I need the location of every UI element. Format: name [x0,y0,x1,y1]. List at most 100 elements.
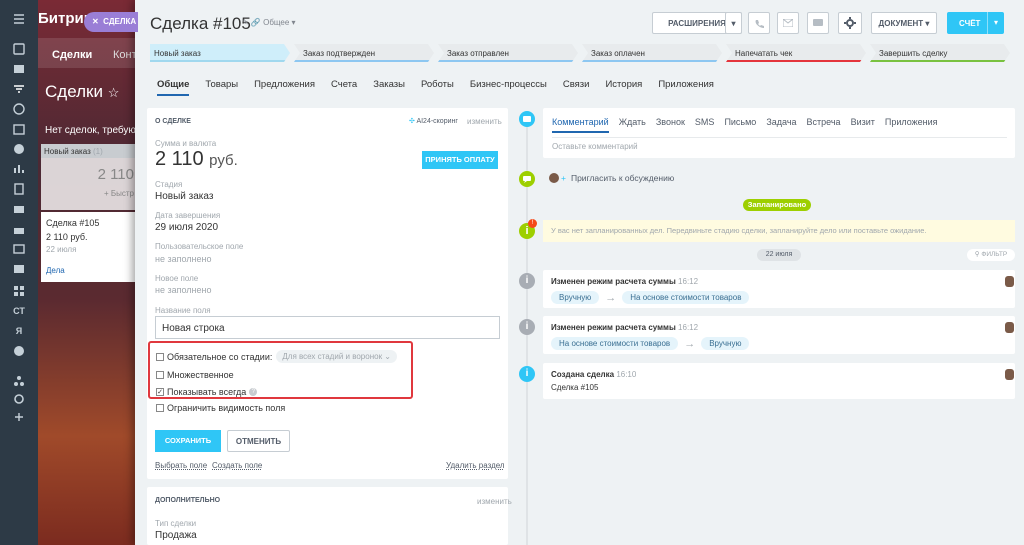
apps-icon[interactable] [12,284,26,298]
phone-icon [755,20,764,28]
ya-icon[interactable]: Я [12,324,26,338]
multiple-checkbox[interactable] [156,371,164,379]
menu-icon[interactable] [12,12,26,26]
stage-6[interactable]: Завершить сделку [870,44,1010,62]
limit-visibility-checkbox[interactable] [156,404,164,412]
required-stage-select[interactable]: Для всех стадий и воронок ⌄ [276,350,398,363]
shop-icon[interactable] [12,222,26,236]
help-icon[interactable]: ? [249,388,258,396]
extensions-dropdown[interactable]: ▾ [725,12,742,34]
tab-applications[interactable]: Приложения [885,117,938,133]
stage-label: Заказ оплачен [591,49,645,58]
filter-button[interactable]: ⚲ ФИЛЬТР [967,249,1015,261]
stage-3[interactable]: Заказ отправлен [438,44,578,62]
avatar [549,173,559,183]
event-title: Создана сделка 16:10 [551,370,637,379]
mail-icon[interactable] [12,202,26,216]
sum-label: Сумма и валюта [155,139,217,148]
tab-meeting[interactable]: Встреча [807,117,841,133]
tab-products[interactable]: Товары [205,79,238,96]
network-icon[interactable] [12,374,26,388]
feed-icon[interactable] [12,42,26,56]
stage-value: Новый заказ [155,191,214,202]
tab-offers[interactable]: Предложения [254,79,315,96]
accept-payment-button[interactable]: ПРИНЯТЬ ОПЛАТУ [422,151,498,169]
close-date-label: Дата завершения [155,211,221,220]
tab-wait[interactable]: Ждать [619,117,646,133]
window-icon[interactable] [12,262,26,276]
email-button[interactable] [777,12,799,34]
create-field-link[interactable]: Создать поле [212,461,262,470]
ct-icon[interactable]: СТ [12,304,26,318]
tab-call[interactable]: Звонок [656,117,685,133]
stage-label: Стадия [155,180,183,189]
multiple-option: Множественное [156,370,234,380]
tab-sms[interactable]: SMS [695,117,715,133]
calendar-icon[interactable] [12,122,26,136]
invite-to-discussion[interactable]: + Пригласить к обсуждению [549,173,674,183]
close-icon: ✕ [92,17,99,26]
required-checkbox[interactable] [156,352,164,361]
tab-robots[interactable]: Роботы [421,79,454,96]
change-link[interactable]: изменить [467,117,502,126]
settings-circle-icon[interactable] [12,344,26,358]
crm-filter-icon[interactable] [12,82,26,96]
tasks-icon[interactable] [12,62,26,76]
show-always-option: ✓ Показывать всегда ? [156,387,258,397]
change-link[interactable]: изменить [477,497,512,506]
user-field-value: не заполнено [155,254,212,264]
tab-task[interactable]: Задача [766,117,796,133]
deal-tabs: Общие Товары Предложения Счета Заказы Ро… [157,79,730,96]
docs-icon[interactable] [12,182,26,196]
stage-1[interactable]: Новый заказ [150,44,290,62]
new-field-value: не заполнено [155,285,212,295]
tab-orders[interactable]: Заказы [373,79,405,96]
field-name-input[interactable]: Новая строка [155,316,500,339]
portal-title: Битрик [38,10,92,27]
tab-deals[interactable]: Сделки [52,49,92,61]
background-crm-board: Битрик Сделки Конта Сделки ☆ Нет сделок,… [38,0,155,545]
tab-general[interactable]: Общие [157,79,190,96]
settings-button[interactable] [838,12,862,34]
show-always-checkbox[interactable]: ✓ [156,388,164,396]
tab-visit[interactable]: Визит [851,117,875,133]
category-selector[interactable]: ✎ 🔗 Общее ▾ [242,18,296,27]
tab-business-processes[interactable]: Бизнес-процессы [470,79,547,96]
activity-tabs: Комментарий Ждать Звонок SMS Письмо Зада… [552,117,938,133]
document-button[interactable]: ДОКУМЕНТ ▾ [871,12,937,34]
planned-badge: Запланировано [743,199,811,211]
invoice-dropdown[interactable]: ▾ [987,12,1004,34]
stage-2[interactable]: Заказ подтвержден [294,44,434,62]
tab-history[interactable]: История [605,79,642,96]
gear-icon[interactable] [12,392,26,406]
tab-links[interactable]: Связи [563,79,590,96]
stage-5[interactable]: Напечатать чек [726,44,866,62]
quick-add-button[interactable]: + Быстр [41,183,138,198]
new-field-label: Новое поле [155,274,199,283]
reports-icon[interactable] [12,162,26,176]
kanban-column-summary: 2 110 + Быстр [41,158,138,210]
tab-comment[interactable]: Комментарий [552,117,609,133]
tab-invoices[interactable]: Счета [331,79,357,96]
target-icon[interactable] [12,102,26,116]
plus-icon[interactable] [12,410,26,424]
ai-scoring-link[interactable]: ✣ AI24-скоринг [409,117,458,125]
close-slider-label[interactable]: ✕ СДЕЛКА [84,12,138,32]
event-title: Изменен режим расчета суммы 16:12 [551,277,699,286]
cancel-button[interactable]: ОТМЕНИТЬ [227,430,290,452]
chat-button[interactable] [807,12,829,34]
call-button[interactable] [748,12,770,34]
money-icon[interactable] [12,142,26,156]
tab-email[interactable]: Письмо [724,117,756,133]
save-button[interactable]: СОХРАНИТЬ [155,430,221,452]
kanban-card[interactable]: Сделка #105 2 110 руб. 22 июля Дела [41,212,138,282]
avatar [1005,369,1014,380]
tab-apps[interactable]: Приложения [658,79,714,96]
comment-input[interactable]: Оставьте комментарий [552,142,638,151]
stage-4[interactable]: Заказ оплачен [582,44,722,62]
scoring-icon: ✣ [409,118,415,125]
info-icon: i [519,273,535,289]
delete-section-link[interactable]: Удалить раздел [446,461,505,470]
site-icon[interactable] [12,242,26,256]
choose-field-link[interactable]: Выбрать поле [155,461,207,470]
